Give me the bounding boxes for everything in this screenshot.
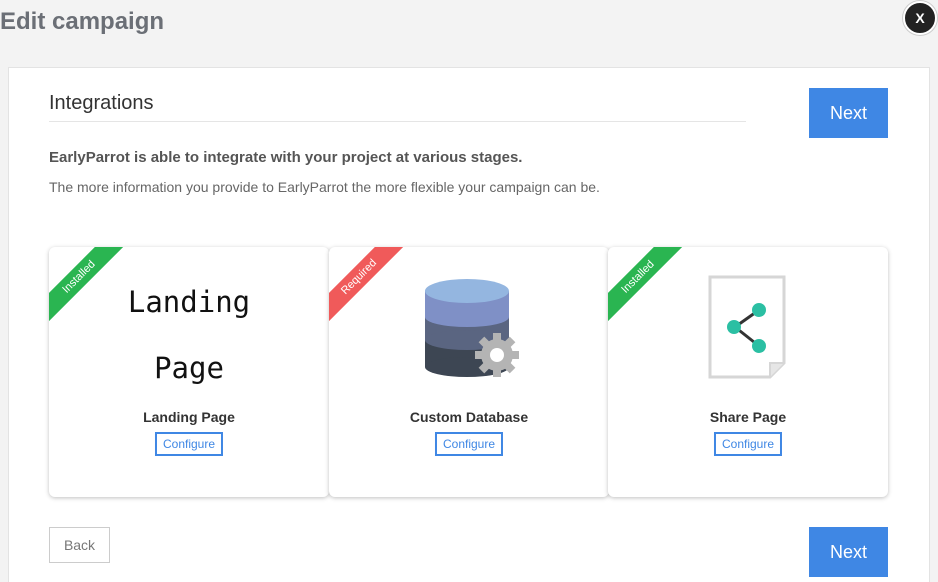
page-title: Edit campaign — [0, 8, 165, 35]
configure-button[interactable]: Configure — [434, 432, 504, 456]
back-button[interactable]: Back — [49, 527, 110, 563]
intro-text: The more information you provide to Earl… — [49, 179, 600, 195]
intro-heading: EarlyParrot is able to integrate with yo… — [49, 149, 523, 166]
card-share-page: Installed Share Page Configure — [608, 247, 888, 497]
card-title: Share Page — [709, 409, 787, 425]
card-title: Landing Page — [143, 409, 235, 425]
card-title: Custom Database — [409, 409, 529, 425]
database-icon — [329, 275, 609, 379]
configure-button[interactable]: Configure — [154, 432, 224, 456]
close-button[interactable]: X — [903, 1, 937, 35]
next-button-bottom[interactable]: Next — [809, 527, 888, 577]
configure-button[interactable]: Configure — [713, 432, 783, 456]
integrations-panel: Integrations Next EarlyParrot is able to… — [8, 67, 930, 582]
card-landing-page: Installed Landing Page Landing Page Conf… — [49, 247, 329, 497]
section-title: Integrations — [49, 92, 746, 122]
landing-page-image: Landing Page — [127, 285, 251, 385]
share-page-icon — [608, 275, 888, 379]
next-button-top[interactable]: Next — [809, 88, 888, 138]
card-custom-database: Required Custom Database Configure — [329, 247, 609, 497]
